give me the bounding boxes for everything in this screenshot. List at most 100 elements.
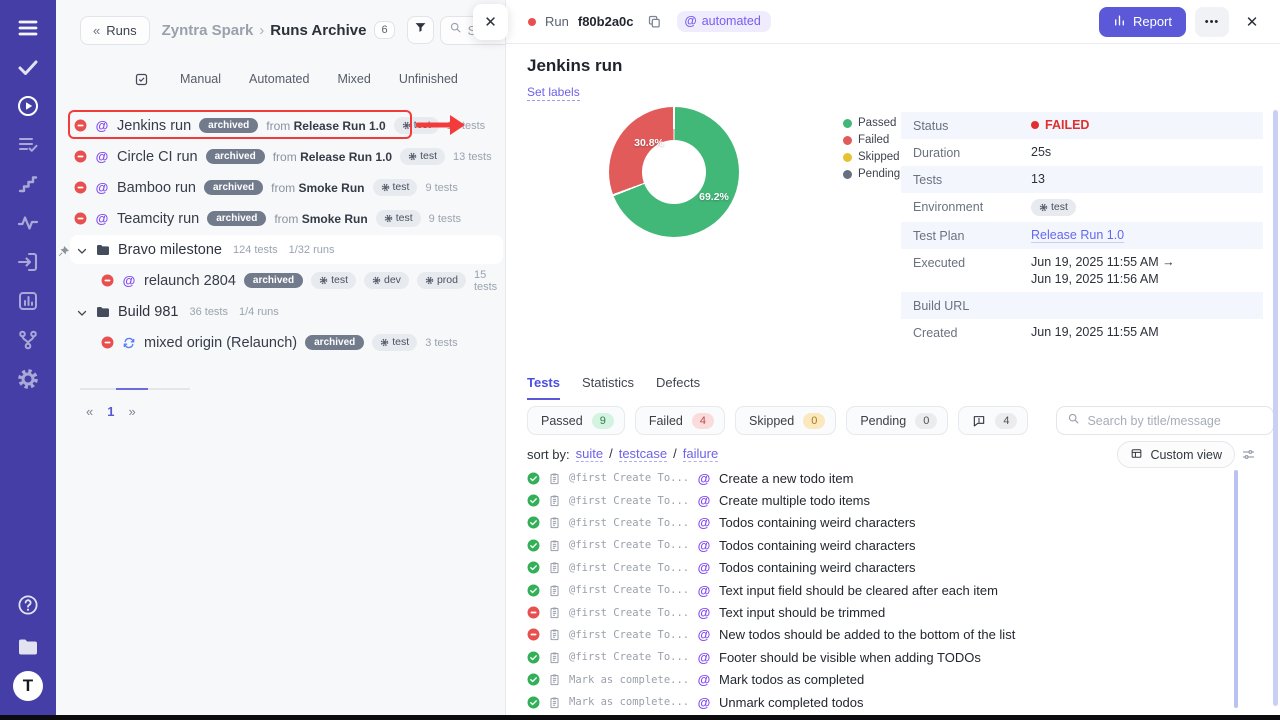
filter-skipped[interactable]: Skipped0 [735, 406, 836, 435]
test-row[interactable]: @first Create To...@Create multiple todo… [527, 489, 1232, 511]
filter-comments[interactable]: 4 [958, 406, 1028, 435]
sort-link-failure[interactable]: failure [683, 446, 718, 462]
chevron-down-icon[interactable] [76, 244, 88, 256]
run-title[interactable]: relaunch 2804 [144, 273, 236, 289]
test-row[interactable]: @first Create To...@Create a new todo it… [527, 467, 1232, 489]
failed-status-icon [74, 119, 87, 132]
test-title[interactable]: Create a new todo item [719, 471, 853, 486]
sort-link-suite[interactable]: suite [576, 446, 603, 462]
back-to-runs-button[interactable]: « Runs [80, 16, 150, 45]
app-logo[interactable]: T [13, 671, 43, 701]
pagination-next-button[interactable]: » [128, 404, 135, 419]
test-row[interactable]: Mark as complete...@Unmark completed tod… [527, 691, 1232, 711]
help-icon[interactable] [16, 593, 40, 617]
env-badge-dev: dev [364, 272, 409, 289]
analytics-icon[interactable] [16, 289, 40, 313]
runs-count-badge: 6 [374, 21, 394, 39]
test-plans-icon[interactable] [16, 133, 40, 157]
automated-test-icon: @ [697, 605, 711, 620]
test-title[interactable]: Todos containing weird characters [719, 538, 916, 553]
test-title[interactable]: Text input field should be cleared after… [719, 583, 998, 598]
test-title[interactable]: Create multiple todo items [719, 493, 870, 508]
tab-tests[interactable]: Tests [527, 375, 560, 400]
test-title[interactable]: Todos containing weird characters [719, 515, 916, 530]
test-title[interactable]: New todos should be added to the bottom … [719, 627, 1015, 642]
tests-scrollbar[interactable] [1234, 470, 1238, 708]
tests-list: @first Create To... @ Create a new todo it… [527, 467, 1232, 711]
chevron-down-icon[interactable] [76, 306, 88, 318]
test-title[interactable]: Text input should be trimmed [719, 605, 885, 620]
milestones-icon[interactable] [16, 172, 40, 196]
legend-item-failed: Failed [843, 134, 900, 146]
run-type-tab-manual[interactable]: Manual [180, 72, 221, 86]
test-row[interactable]: @first Create To...@Todos containing wei… [527, 512, 1232, 534]
test-row[interactable]: @first Create To...@Text input field sho… [527, 579, 1232, 601]
run-type-tab-unfinished[interactable]: Unfinished [399, 72, 458, 86]
run-info-table: StatusFAILEDDuration25sTests13Environmen… [901, 112, 1263, 346]
panel-close-button[interactable]: ✕ [473, 4, 508, 40]
env-badge-test: test [376, 210, 421, 227]
pagination-active-indicator [116, 388, 148, 390]
run-tests-count: 9 tests [425, 182, 457, 194]
info-value: 25s [1031, 145, 1051, 159]
test-title[interactable]: Unmark completed todos [719, 695, 864, 710]
more-options-button[interactable]: ••• [1195, 7, 1229, 37]
projects-icon[interactable] [16, 635, 40, 659]
detail-close-button[interactable]: ✕ [1238, 8, 1266, 36]
test-title[interactable]: Todos containing weird characters [719, 560, 916, 575]
tab-defects[interactable]: Defects [656, 375, 700, 400]
test-row[interactable]: @first Create To...@Todos containing wei… [527, 557, 1232, 579]
pagination-page-1[interactable]: 1 [107, 404, 114, 419]
folder-name[interactable]: Build 981 [118, 304, 178, 320]
test-row[interactable]: @first Create To...@Todos containing wei… [527, 534, 1232, 556]
folder-name[interactable]: Bravo milestone [118, 242, 222, 258]
report-button[interactable]: Report [1099, 7, 1186, 37]
branches-icon[interactable] [16, 328, 40, 352]
breadcrumb-project[interactable]: Zyntra Spark [162, 22, 254, 39]
tests-icon[interactable] [16, 55, 40, 79]
filter-funnel-button[interactable] [407, 16, 434, 44]
info-row-duration: Duration25s [901, 139, 1263, 166]
import-icon[interactable] [16, 250, 40, 274]
annotation-arrow-right-icon [416, 112, 468, 143]
run-title[interactable]: mixed origin (Relaunch) [144, 335, 297, 351]
adjust-columns-icon[interactable] [1241, 447, 1256, 462]
test-title[interactable]: Mark todos as completed [719, 672, 864, 687]
run-title[interactable]: Jenkins run [117, 118, 191, 134]
sort-link-testcase[interactable]: testcase [619, 446, 667, 462]
info-value: Jun 19, 2025 11:55 AM [1031, 325, 1159, 339]
panel-scrollbar[interactable] [1273, 110, 1278, 706]
test-row[interactable]: @first Create To...@New todos should be … [527, 624, 1232, 646]
test-row[interactable]: @first Create To...@Text input should be… [527, 601, 1232, 623]
legend-item-passed: Passed [843, 117, 900, 129]
tab-statistics[interactable]: Statistics [582, 375, 634, 400]
test-plan-link[interactable]: Release Run 1.0 [1031, 228, 1124, 243]
filter-pending[interactable]: Pending0 [846, 406, 948, 435]
tests-search-input[interactable] [1087, 414, 1257, 428]
test-title[interactable]: Footer should be visible when adding TOD… [719, 650, 981, 665]
menu-icon[interactable] [16, 16, 40, 40]
activity-icon[interactable] [16, 211, 40, 235]
run-title[interactable]: Bamboo run [117, 180, 196, 196]
select-all-icon[interactable] [134, 72, 149, 87]
automated-origin-icon: @ [95, 149, 109, 164]
passed-icon [527, 539, 540, 552]
custom-view-button[interactable]: Custom view [1117, 441, 1235, 468]
set-labels-link[interactable]: Set labels [527, 85, 580, 101]
filter-failed[interactable]: Failed4 [635, 406, 725, 435]
failed-status-icon [74, 181, 87, 194]
pagination-prev-button[interactable]: « [86, 404, 93, 419]
test-suite-path: @first Create To... [569, 495, 689, 507]
copy-icon[interactable] [647, 14, 662, 29]
run-type-tab-automated[interactable]: Automated [249, 72, 309, 86]
archived-badge: archived [305, 335, 364, 350]
filter-passed[interactable]: Passed9 [527, 406, 625, 435]
run-type-tab-mixed[interactable]: Mixed [337, 72, 370, 86]
detail-tabs: Tests Statistics Defects [527, 375, 700, 400]
settings-icon[interactable] [16, 367, 40, 391]
runs-icon[interactable] [16, 94, 40, 118]
run-title[interactable]: Teamcity run [117, 211, 199, 227]
test-row[interactable]: Mark as complete...@Mark todos as comple… [527, 669, 1232, 691]
test-row[interactable]: @first Create To...@Footer should be vis… [527, 646, 1232, 668]
run-title[interactable]: Circle CI run [117, 149, 198, 165]
